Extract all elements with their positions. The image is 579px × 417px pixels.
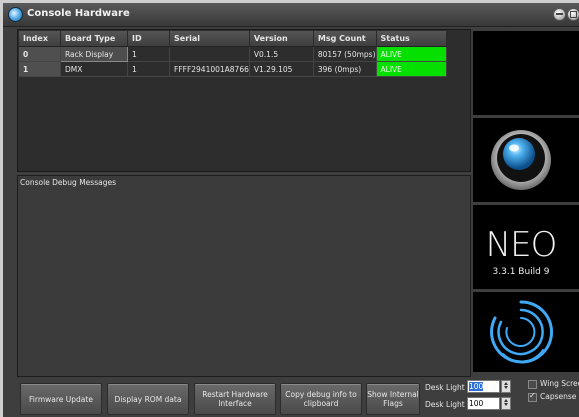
minimize-icon[interactable] xyxy=(553,8,566,21)
cell-msg-count: 396 (0mps) xyxy=(313,61,377,77)
blank-panel xyxy=(473,31,579,115)
cell-serial xyxy=(169,46,250,62)
column-header-version[interactable]: Version xyxy=(249,31,314,47)
stepper-down-icon[interactable] xyxy=(504,403,508,406)
copy-debug-label-line2: clipboard xyxy=(303,399,339,408)
wing-screen-checkbox[interactable] xyxy=(528,380,537,389)
board-table: Index Board Type ID Serial Version Msg C… xyxy=(19,31,447,77)
desk-light-1-label: Desk Light 1 xyxy=(425,383,472,392)
cell-msg-count: 80157 (50mps) xyxy=(313,46,377,62)
capsense-checkbox[interactable] xyxy=(528,391,537,402)
desk-light-2-value: 100 xyxy=(469,399,484,408)
table-header-row: Index Board Type ID Serial Version Msg C… xyxy=(19,31,447,47)
cell-status: ALIVE xyxy=(376,46,447,62)
maximize-icon[interactable] xyxy=(567,8,579,21)
column-header-serial[interactable]: Serial xyxy=(169,31,250,47)
desk-light-2-label: Desk Light 2 xyxy=(425,400,472,409)
avolites-logo-icon xyxy=(491,130,551,190)
cell-board-type: DMX xyxy=(60,61,128,77)
restart-hardware-label-line2: Interface xyxy=(218,399,252,408)
cell-version: V1.29.105 xyxy=(249,61,314,77)
cell-index: 0 xyxy=(19,46,61,62)
stepper-up-icon[interactable] xyxy=(504,382,508,385)
desk-light-2-stepper[interactable] xyxy=(501,397,511,410)
stepper-down-icon[interactable] xyxy=(504,386,508,389)
copy-debug-info-button[interactable]: Copy debug info to clipboard xyxy=(280,383,362,415)
desk-light-1-input[interactable]: 100 xyxy=(467,380,500,393)
display-rom-data-button[interactable]: Display ROM data xyxy=(107,383,189,415)
cell-index: 1 xyxy=(19,61,61,77)
desk-light-1-stepper[interactable] xyxy=(501,380,511,393)
table-row[interactable]: 1 DMX 1 FFFF2941001A8766 V1.29.105 396 (… xyxy=(19,61,447,77)
swirl-logo-icon xyxy=(490,300,553,364)
restart-hardware-interface-button[interactable]: Restart Hardware Interface xyxy=(194,383,276,415)
cell-status: ALIVE xyxy=(376,61,447,77)
desk-light-1-value: 100 xyxy=(469,382,484,391)
desk-light-2-input[interactable]: 100 xyxy=(467,397,500,410)
stepper-up-icon[interactable] xyxy=(504,399,508,402)
app-icon xyxy=(8,7,23,22)
neo-logo-text: NEO xyxy=(485,225,558,265)
build-version: 3.3.1 Build 9 xyxy=(492,267,550,277)
firmware-update-button[interactable]: Firmware Update xyxy=(20,383,102,415)
cell-id: 1 xyxy=(127,46,170,62)
column-header-status[interactable]: Status xyxy=(376,31,447,47)
restart-hardware-label-line1: Restart Hardware xyxy=(202,390,268,399)
board-table-panel: Index Board Type ID Serial Version Msg C… xyxy=(17,29,471,172)
column-header-msg-count[interactable]: Msg Count xyxy=(313,31,377,47)
wing-screen-label: Wing Screen xyxy=(540,379,579,388)
show-flags-label-line2: Flags xyxy=(383,399,403,408)
column-header-index[interactable]: Index xyxy=(19,31,61,47)
neo-version-panel: NEO 3.3.1 Build 9 xyxy=(473,205,579,289)
show-internal-flags-button[interactable]: Show Internal Flags xyxy=(366,383,420,415)
capsense-label: Capsense xyxy=(540,392,577,401)
column-header-id[interactable]: ID xyxy=(127,31,170,47)
cell-id: 1 xyxy=(127,61,170,77)
cell-version: V0.1.5 xyxy=(249,46,314,62)
show-flags-label-line1: Show Internal xyxy=(367,390,419,399)
cell-serial: FFFF2941001A8766 xyxy=(169,61,250,77)
copy-debug-label-line1: Copy debug info to xyxy=(285,390,357,399)
table-row[interactable]: 0 Rack Display 1 V0.1.5 80157 (50mps) AL… xyxy=(19,46,447,62)
console-hardware-window: Console Hardware Index Board Type ID Ser… xyxy=(3,3,579,417)
column-header-board-type[interactable]: Board Type xyxy=(60,31,128,47)
debug-messages-panel[interactable]: Console Debug Messages xyxy=(17,175,471,377)
debug-messages-label: Console Debug Messages xyxy=(20,178,116,187)
cell-board-type[interactable]: Rack Display xyxy=(60,46,128,62)
title-bar: Console Hardware xyxy=(3,3,579,27)
window-title: Console Hardware xyxy=(27,8,130,19)
avolites-logo-panel xyxy=(473,118,579,202)
swirl-logo-panel xyxy=(473,292,579,372)
